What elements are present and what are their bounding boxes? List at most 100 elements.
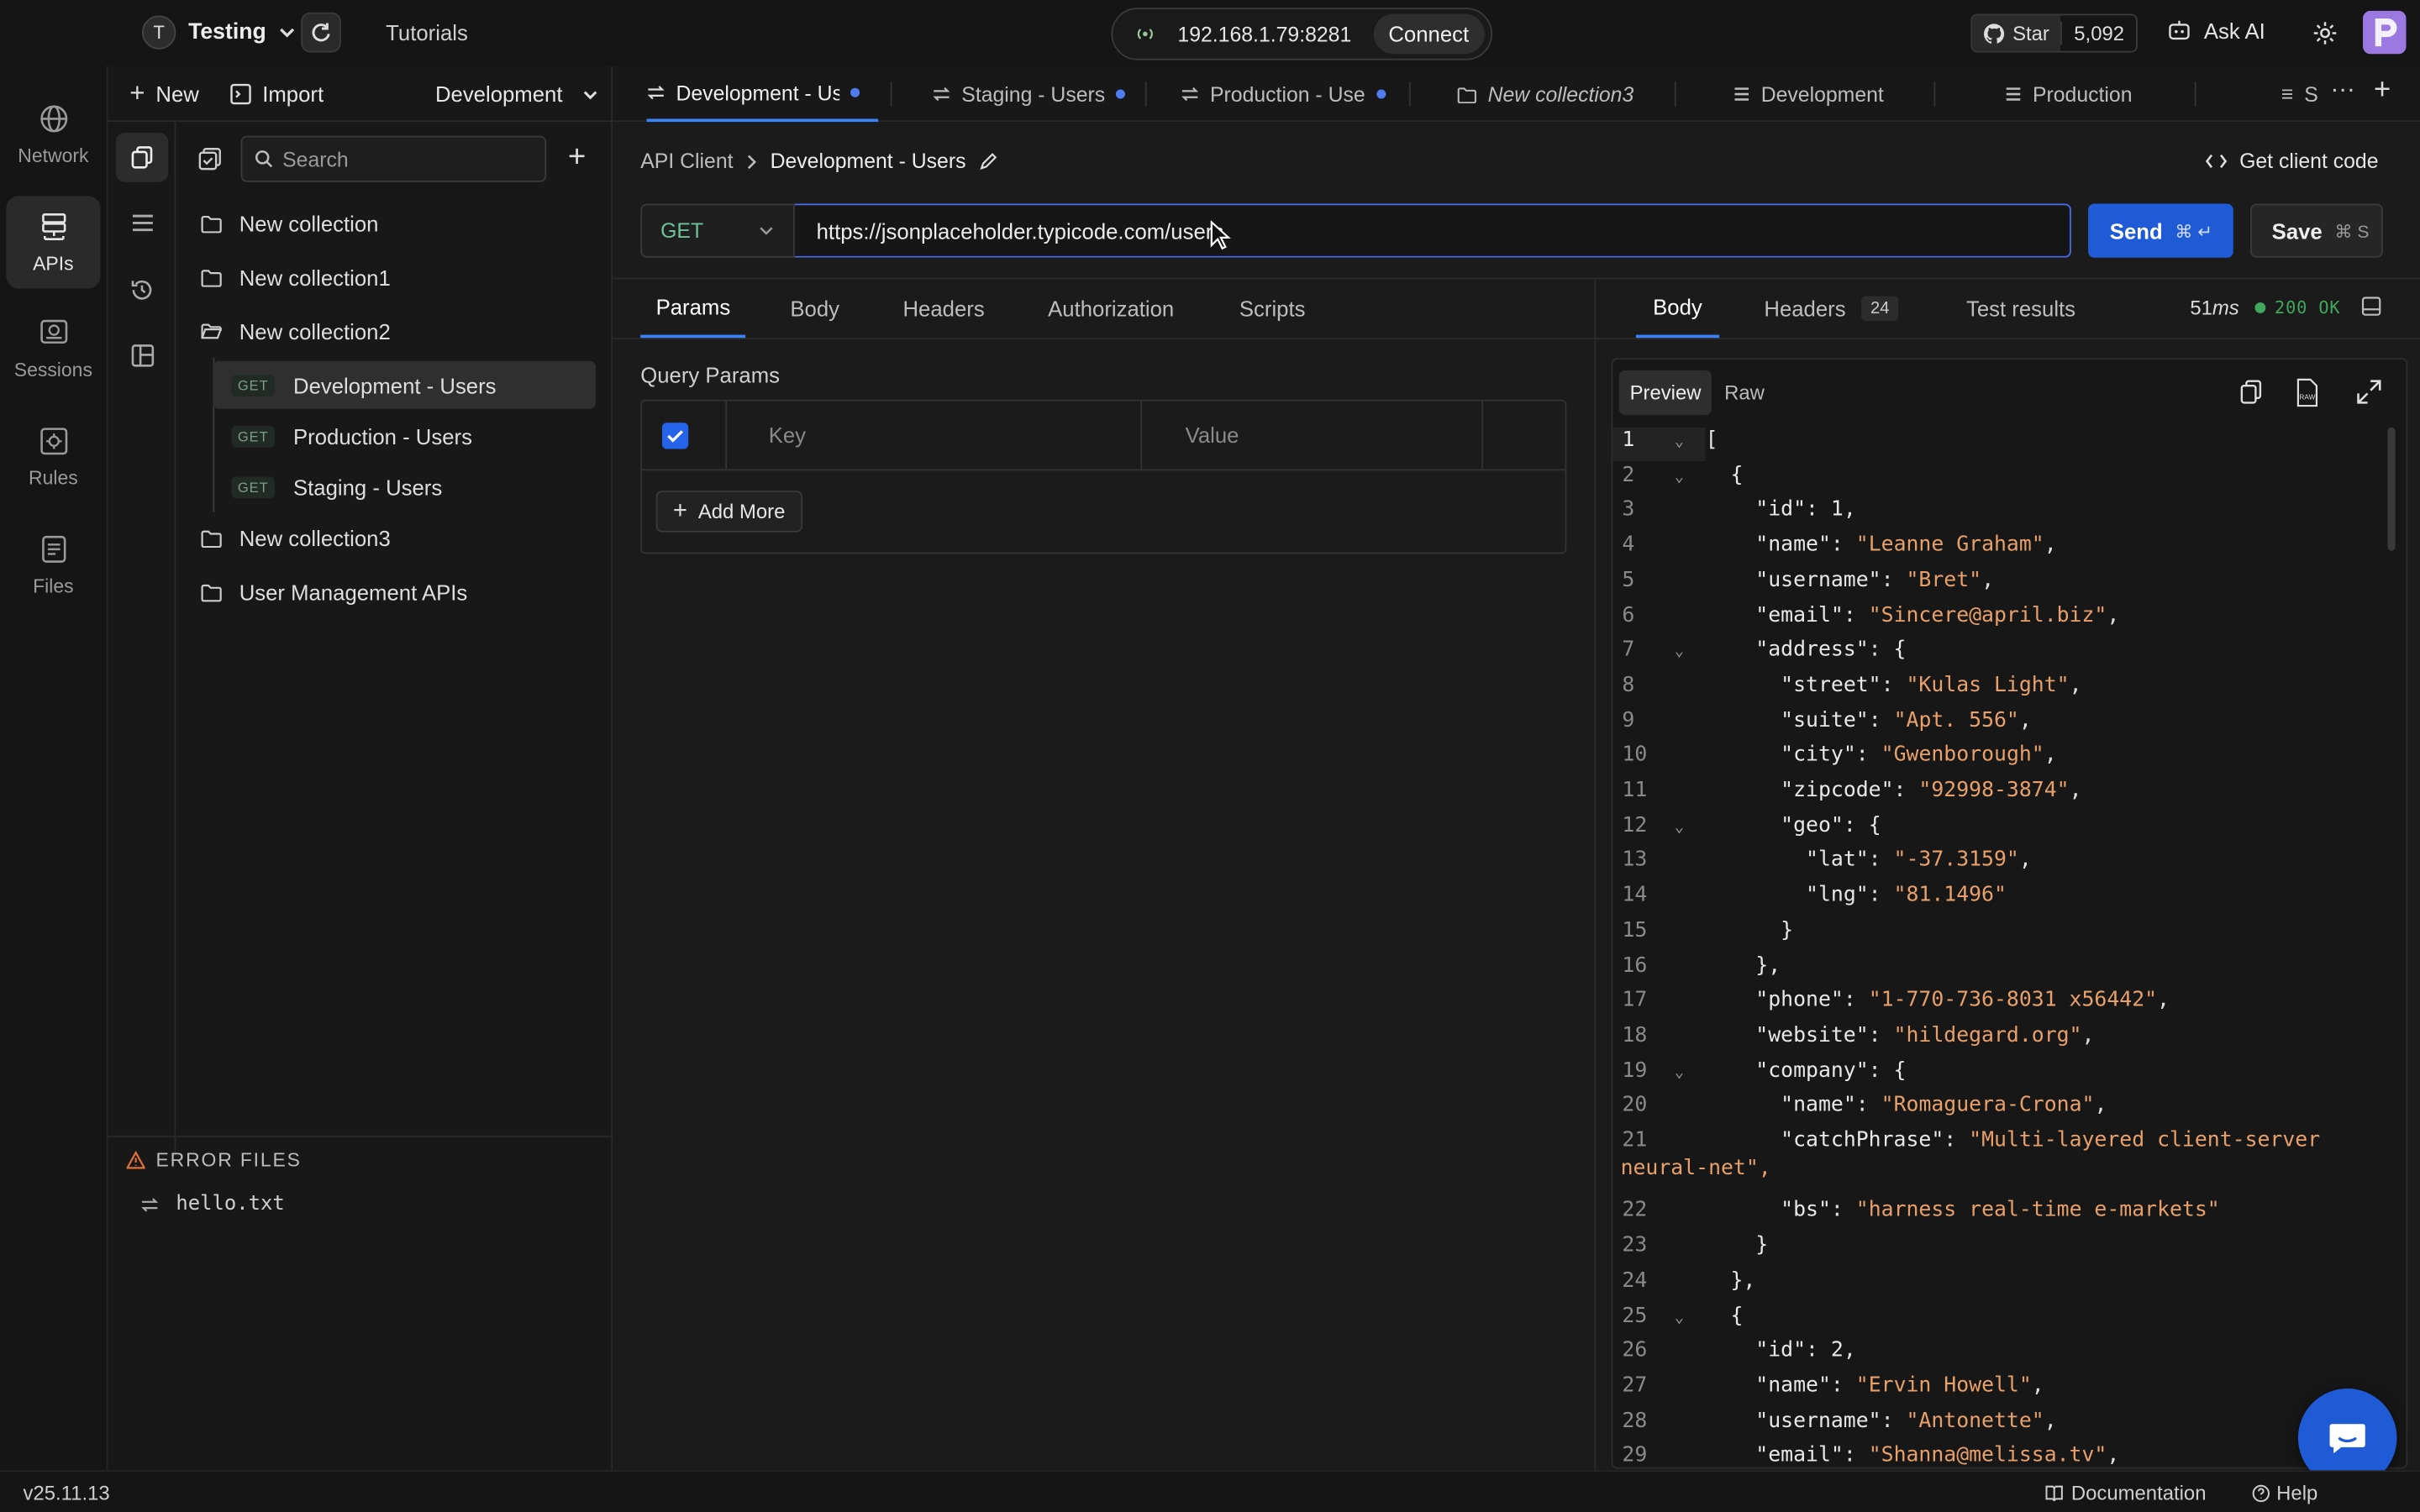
list-view-button[interactable] [131, 213, 155, 233]
refresh-button[interactable] [301, 12, 341, 53]
response-tab-headers[interactable]: Headers 24 [1764, 279, 1899, 338]
tab-truncated-env[interactable]: S [2281, 66, 2318, 122]
code-line: 11 "zipcode": "92998-3874", [1612, 778, 2384, 811]
collection-name: New collection [239, 211, 379, 237]
code-line: 27 "name": "Ervin Howell", [1612, 1373, 2384, 1406]
code-text: "street": "Kulas Light", [1781, 672, 2082, 698]
tab-development-env[interactable]: Development [1733, 66, 1918, 122]
collection-item[interactable]: New collection2 [201, 308, 391, 354]
send-button[interactable]: Send ⌘ ↵ [2088, 203, 2233, 258]
documentation-link[interactable]: Documentation [2045, 1481, 2207, 1504]
rail-item-rules[interactable]: Rules [6, 411, 100, 503]
line-number: 12 [1622, 812, 1648, 837]
error-file-item[interactable]: hello.txt [140, 1193, 285, 1215]
response-tab-body[interactable]: Body [1635, 279, 1719, 339]
url-input[interactable]: https://jsonplaceholder.typicode.com/use… [794, 203, 2071, 258]
collection-item[interactable]: New collection1 [201, 255, 391, 301]
tab-production-env[interactable]: Production [2005, 66, 2160, 122]
code-text: }, [1705, 953, 1781, 978]
request-item[interactable]: GET Staging - Users [213, 463, 596, 511]
new-tab-button[interactable]: + [2374, 74, 2391, 108]
code-text: "zipcode": "92998-3874", [1781, 777, 2082, 803]
param-value-input[interactable]: Value [1186, 423, 1239, 447]
workspace-name: Testing [188, 19, 266, 45]
rail-item-files[interactable]: Files [6, 518, 100, 611]
save-shortcut: ⌘ S [2334, 223, 2370, 242]
rail-item-network[interactable]: Network [6, 88, 100, 181]
method-select[interactable]: GET [640, 203, 795, 258]
pencil-icon[interactable] [978, 152, 997, 171]
view-mode-preview[interactable]: Preview [1618, 370, 1712, 416]
collection-item[interactable]: New collection3 [201, 515, 391, 561]
breadcrumb-root[interactable]: API Client [640, 150, 733, 173]
fold-chevron-icon[interactable]: ⌄ [1675, 819, 1706, 836]
copy-response-button[interactable] [2239, 380, 2263, 404]
collection-item[interactable]: New collection [201, 201, 379, 247]
new-button[interactable]: + New [129, 81, 199, 107]
param-key-input[interactable]: Key [769, 423, 806, 447]
toggle-panel-button[interactable] [2361, 297, 2381, 317]
add-more-button[interactable]: + Add More [655, 491, 802, 533]
workspace-switcher[interactable]: T Testing [141, 15, 297, 50]
code-text: "catchPhrase": "Multi-layered client-ser… [1781, 1127, 2321, 1153]
environment-selector[interactable]: Development [435, 81, 598, 107]
code-text: "company": { [1755, 1058, 1907, 1083]
code-line: 15 } [1612, 917, 2384, 951]
code-scrollbar[interactable] [2387, 427, 2396, 551]
rail-item-apis[interactable]: APIs [6, 196, 101, 289]
fold-chevron-icon[interactable]: ⌄ [1675, 1064, 1706, 1081]
tab-development-users[interactable]: Development - Use [646, 66, 879, 123]
get-client-code-button[interactable]: Get client code [2205, 150, 2379, 173]
collection-item[interactable]: User Management APIs [201, 570, 467, 616]
help-link[interactable]: Help [2252, 1481, 2317, 1504]
tab-new-collection3[interactable]: New collection3 [1457, 66, 1673, 122]
ask-ai-button[interactable]: Ask AI [2167, 18, 2265, 43]
param-enabled-checkbox[interactable] [661, 423, 689, 449]
request-item[interactable]: GET Production - Users [213, 412, 596, 459]
json-code-view[interactable]: 1 ⌄[2 ⌄ {3 "id": 1, 4 "name": "Leanne Graha… [1612, 427, 2406, 1467]
tab-headers[interactable]: Headers [902, 279, 984, 338]
save-button[interactable]: Save ⌘ S [2249, 203, 2383, 258]
request-item[interactable]: GET Development - Users [213, 360, 596, 409]
tab-staging-users[interactable]: Staging - Users [932, 66, 1133, 122]
user-avatar[interactable] [2363, 10, 2407, 55]
environments-button[interactable] [131, 344, 155, 368]
fold-chevron-icon[interactable]: ⌄ [1675, 643, 1706, 660]
multi-select-button[interactable] [197, 146, 222, 171]
chevron-down-icon [281, 28, 296, 38]
github-star-button[interactable]: Star 5,092 [1970, 13, 2139, 53]
collections-view-button[interactable] [115, 132, 169, 182]
cursor-arrow-icon [1210, 220, 1231, 250]
tab-production-users[interactable]: Production - Use [1181, 66, 1397, 122]
tab-authorization[interactable]: Authorization [1048, 279, 1174, 338]
download-raw-button[interactable]: RAW [2295, 378, 2319, 407]
more-tabs-button[interactable]: ··· [2330, 77, 2354, 105]
fold-chevron-icon[interactable]: ⌄ [1675, 433, 1706, 450]
query-params-table: Key Value + Add More [640, 399, 1567, 554]
fold-chevron-icon[interactable]: ⌄ [1675, 1309, 1706, 1326]
tab-separator [2194, 81, 2196, 107]
view-mode-raw[interactable]: Raw [1712, 370, 1776, 415]
rail-item-sessions[interactable]: Sessions [6, 302, 100, 395]
import-button[interactable]: Import [230, 81, 324, 107]
code-line: 16 }, [1612, 953, 2384, 986]
folder-icon [201, 215, 222, 234]
tab-body[interactable]: Body [790, 279, 839, 338]
code-line: 8 "street": "Kulas Light", [1612, 673, 2384, 706]
add-collection-button[interactable]: + [568, 142, 586, 173]
tab-scripts[interactable]: Scripts [1239, 279, 1306, 338]
code-icon [2205, 154, 2228, 169]
tab-params[interactable]: Params [640, 279, 746, 339]
connect-button[interactable]: Connect [1372, 13, 1485, 55]
history-button[interactable] [129, 278, 154, 302]
breadcrumb-current: Development - Users [770, 150, 966, 173]
ip-address: 192.168.1.79:8281 [1177, 22, 1352, 46]
code-text: } [1705, 1232, 1769, 1258]
code-text: "city": "Gwenborough", [1781, 743, 2057, 768]
search-field[interactable]: Search [240, 135, 547, 182]
expand-button[interactable] [2357, 380, 2381, 404]
fold-chevron-icon[interactable]: ⌄ [1675, 469, 1706, 486]
tutorials-link[interactable]: Tutorials [386, 20, 468, 45]
response-tab-test-results[interactable]: Test results [1966, 279, 2075, 338]
settings-button[interactable] [2312, 20, 2338, 46]
